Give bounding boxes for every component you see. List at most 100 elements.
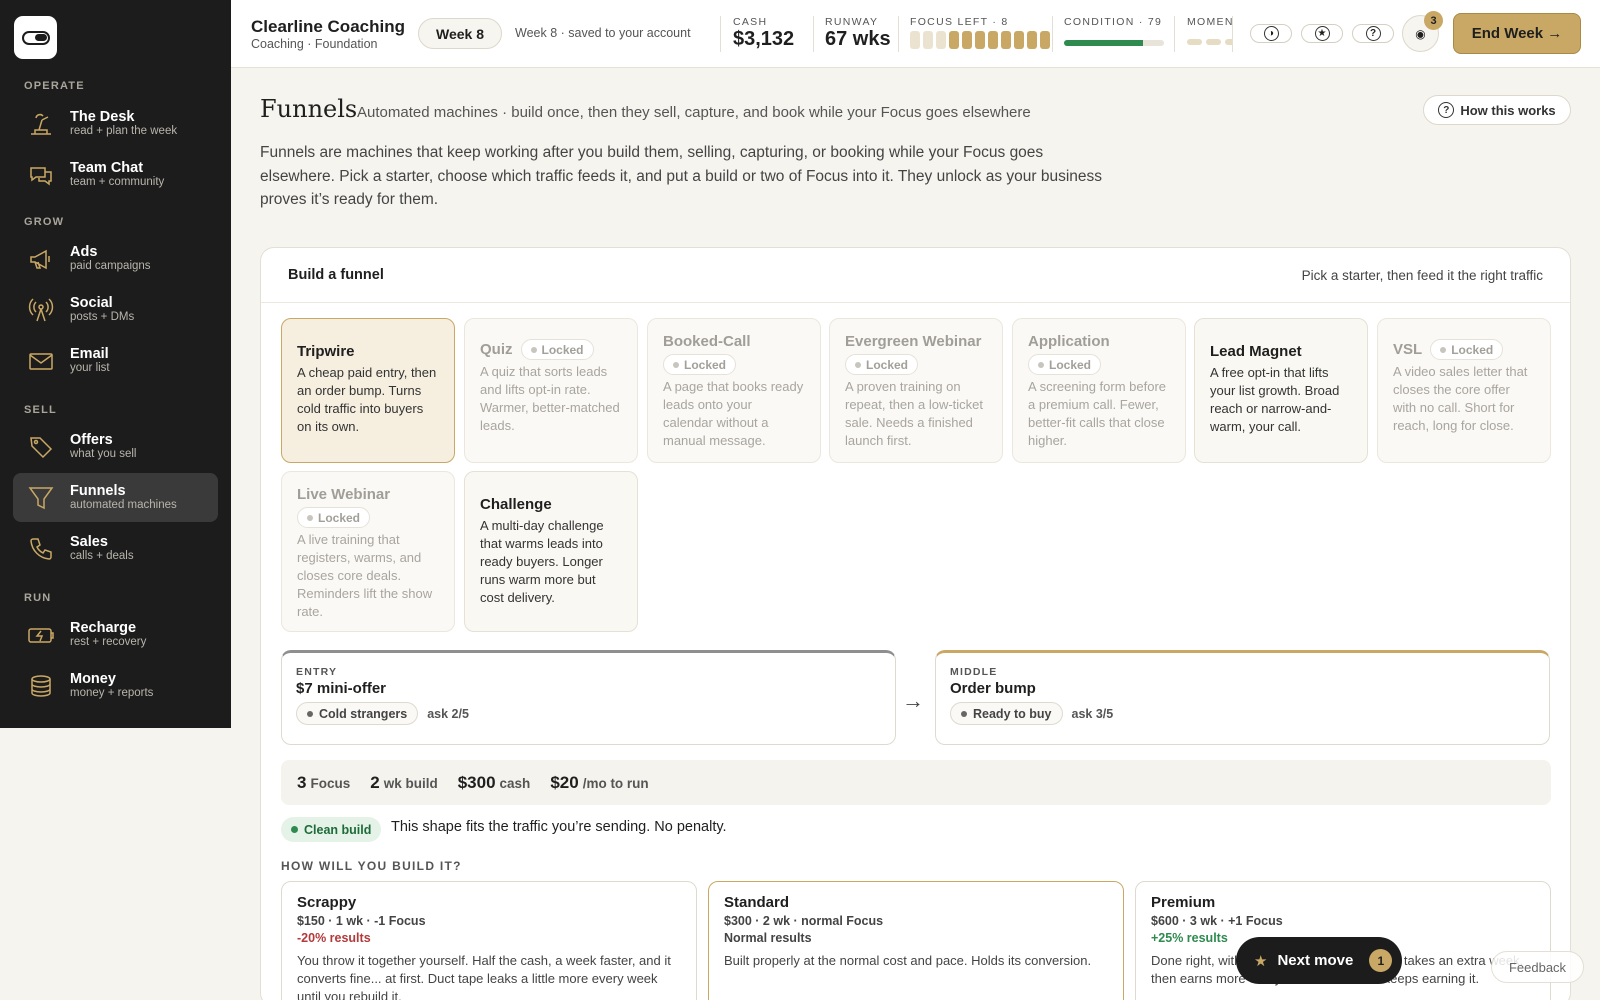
next-move-label: Next move — [1277, 952, 1354, 969]
sidebar-group-grow: GROW — [24, 216, 65, 228]
focus-stat: FOCUS LEFT · 8 — [910, 16, 1009, 28]
end-week-button[interactable]: End Week → — [1453, 13, 1581, 54]
stage-middle[interactable]: MIDDLE Order bump Ready to buy ask 3/5 — [935, 650, 1550, 745]
cost-monthly: $20/mo to run — [550, 773, 648, 793]
theme-toggle-button[interactable]: ◑ — [1250, 24, 1292, 43]
half-moon-icon: ◑ — [1263, 26, 1279, 41]
focus-segment — [923, 31, 933, 49]
locked-badge: Locked — [1028, 354, 1102, 375]
funnel-card-lead-magnet[interactable]: Lead Magnet A free opt-in that lifts you… — [1194, 318, 1368, 463]
traffic-pill[interactable]: Cold strangers — [296, 702, 419, 725]
sidebar-item-funnels[interactable]: Funnels automated machines — [13, 473, 218, 522]
option-name: Scrappy — [297, 894, 357, 911]
app-logo[interactable] — [14, 16, 57, 59]
build-option-scrappy[interactable]: Scrappy $150 · 1 wk · -1 Focus -20% resu… — [281, 881, 697, 1000]
runway-label: RUNWAY — [825, 16, 879, 28]
build-options-label: HOW WILL YOU BUILD IT? — [281, 859, 462, 873]
option-meta: $150 · 1 wk · -1 Focus — [297, 914, 426, 928]
sidebar-item-label: Money — [70, 671, 116, 687]
sidebar-item-sub: team + community — [70, 176, 165, 188]
sidebar-item-label: Funnels — [70, 483, 126, 499]
stage-label: ENTRY — [296, 666, 338, 678]
card-title: Evergreen Webinar — [845, 333, 982, 350]
battery-bolt-icon — [26, 620, 56, 650]
sidebar-item-money[interactable]: Money money + reports — [13, 661, 218, 710]
focus-segment — [988, 31, 998, 49]
brand: Clearline Coaching Coaching · Foundation — [251, 17, 405, 51]
card-description: A multi-day challenge that warms leads i… — [480, 518, 604, 605]
feedback-button[interactable]: Feedback — [1491, 951, 1584, 983]
next-move-button[interactable]: ★ Next move 1 — [1236, 937, 1402, 984]
card-description: A screening form before a premium call. … — [1028, 379, 1167, 448]
envelope-icon — [26, 346, 56, 376]
momentum-segment — [1187, 39, 1202, 45]
funnel-card-quiz[interactable]: Quiz Locked A quiz that sorts leads and l… — [464, 318, 638, 463]
stage-entry[interactable]: ENTRY $7 mini-offer Cold strangers ask 2… — [281, 650, 896, 745]
sidebar-item-sub: posts + DMs — [70, 311, 135, 323]
sidebar-item-email[interactable]: Email your list — [13, 336, 218, 385]
focus-label: FOCUS LEFT · 8 — [910, 16, 1009, 28]
cost-number: $300 — [457, 772, 496, 792]
sidebar-item-label: Recharge — [70, 620, 137, 636]
business-name: Clearline Coaching — [251, 17, 405, 36]
runway-stat: RUNWAY 67 wks — [825, 16, 891, 50]
notifications-button[interactable]: ◉ 3 — [1402, 11, 1443, 52]
week-pill[interactable]: Week 8 — [418, 18, 502, 49]
card-description: A free opt-in that lifts your list growt… — [1210, 365, 1340, 434]
card-title: Lead Magnet — [1210, 343, 1302, 360]
sidebar-item-team-chat[interactable]: Team Chat team + community — [13, 150, 218, 199]
cash-label: CASH — [733, 16, 768, 28]
focus-segment — [962, 31, 972, 49]
build-option-standard[interactable]: Standard $300 · 2 wk · normal Focus Norm… — [708, 881, 1124, 1000]
sidebar-item-sub: read + plan the week — [70, 125, 178, 137]
divider — [1232, 16, 1233, 52]
funnel-card-tripwire[interactable]: Tripwire A cheap paid entry, then an ord… — [281, 318, 455, 463]
sidebar-item-offers[interactable]: Offers what you sell — [13, 422, 218, 471]
cash-stat: CASH $3,132 — [733, 16, 794, 50]
card-title: Booked-Call — [663, 333, 751, 350]
sidebar-item-recharge[interactable]: Recharge rest + recovery — [13, 610, 218, 659]
panel-header: Build a funnel Pick a starter, then feed… — [261, 248, 1570, 303]
sidebar-item-ads[interactable]: Ads paid campaigns — [13, 234, 218, 283]
focus-segment — [1027, 31, 1037, 49]
page-subtitle: Automated machines · build once, then th… — [357, 104, 1031, 121]
option-name: Premium — [1151, 894, 1216, 911]
funnel-card-vsl[interactable]: VSL Locked A video sales letter that clos… — [1377, 318, 1551, 463]
help-button[interactable]: ? — [1352, 24, 1394, 43]
clean-build-badge: Clean build — [281, 817, 382, 842]
page-description: Funnels are machines that keep working a… — [260, 144, 1103, 208]
funnel-card-booked-call[interactable]: Booked-Call Locked A page that books rea… — [647, 318, 821, 463]
sidebar-group-sell: SELL — [24, 404, 57, 416]
sidebar-item-sub: calls + deals — [70, 550, 134, 562]
stage-label: MIDDLE — [950, 666, 998, 678]
how-this-works-button[interactable]: ? How this works — [1423, 95, 1571, 125]
focus-meter — [910, 31, 1050, 49]
funnel-card-live-webinar[interactable]: Live Webinar Locked A live training that… — [281, 471, 455, 632]
save-status: Week 8 · saved to your account — [515, 26, 691, 40]
sidebar-item-social[interactable]: Social posts + DMs — [13, 285, 218, 334]
funnel-icon — [26, 483, 56, 513]
funnel-card-application[interactable]: Application Locked A screening form befo… — [1012, 318, 1186, 463]
traffic-pill[interactable]: Ready to buy — [950, 702, 1063, 725]
card-description: A cheap paid entry, then an order bump. … — [297, 365, 437, 434]
clean-build-message: This shape fits the traffic you’re sendi… — [391, 819, 727, 835]
locked-badge: Locked — [845, 354, 919, 375]
sidebar-item-the-desk[interactable]: The Desk read + plan the week — [13, 99, 218, 148]
how-this-works-label: How this works — [1460, 102, 1556, 118]
momentum-segment — [1225, 39, 1232, 45]
next-move-count: 1 — [1369, 949, 1393, 972]
option-name: Standard — [724, 894, 790, 911]
sidebar-item-label: Ads — [70, 244, 98, 260]
business-subtitle: Coaching · Foundation — [251, 37, 378, 51]
focus-segment — [1014, 31, 1024, 49]
sidebar-item-sales[interactable]: Sales calls + deals — [13, 524, 218, 573]
momentum-meter — [1187, 39, 1232, 45]
funnel-card-evergreen-webinar[interactable]: Evergreen Webinar Locked A proven traini… — [829, 318, 1003, 463]
sidebar-item-sub: automated machines — [70, 499, 177, 511]
funnel-card-challenge[interactable]: Challenge A multi-day challenge that war… — [464, 471, 638, 632]
card-title: VSL — [1393, 340, 1423, 358]
sidebar-item-label: Social — [70, 295, 113, 311]
cost-unit: Focus — [310, 775, 351, 791]
star-icon: ★ — [1314, 26, 1330, 41]
achievements-button[interactable]: ★ — [1301, 24, 1343, 43]
